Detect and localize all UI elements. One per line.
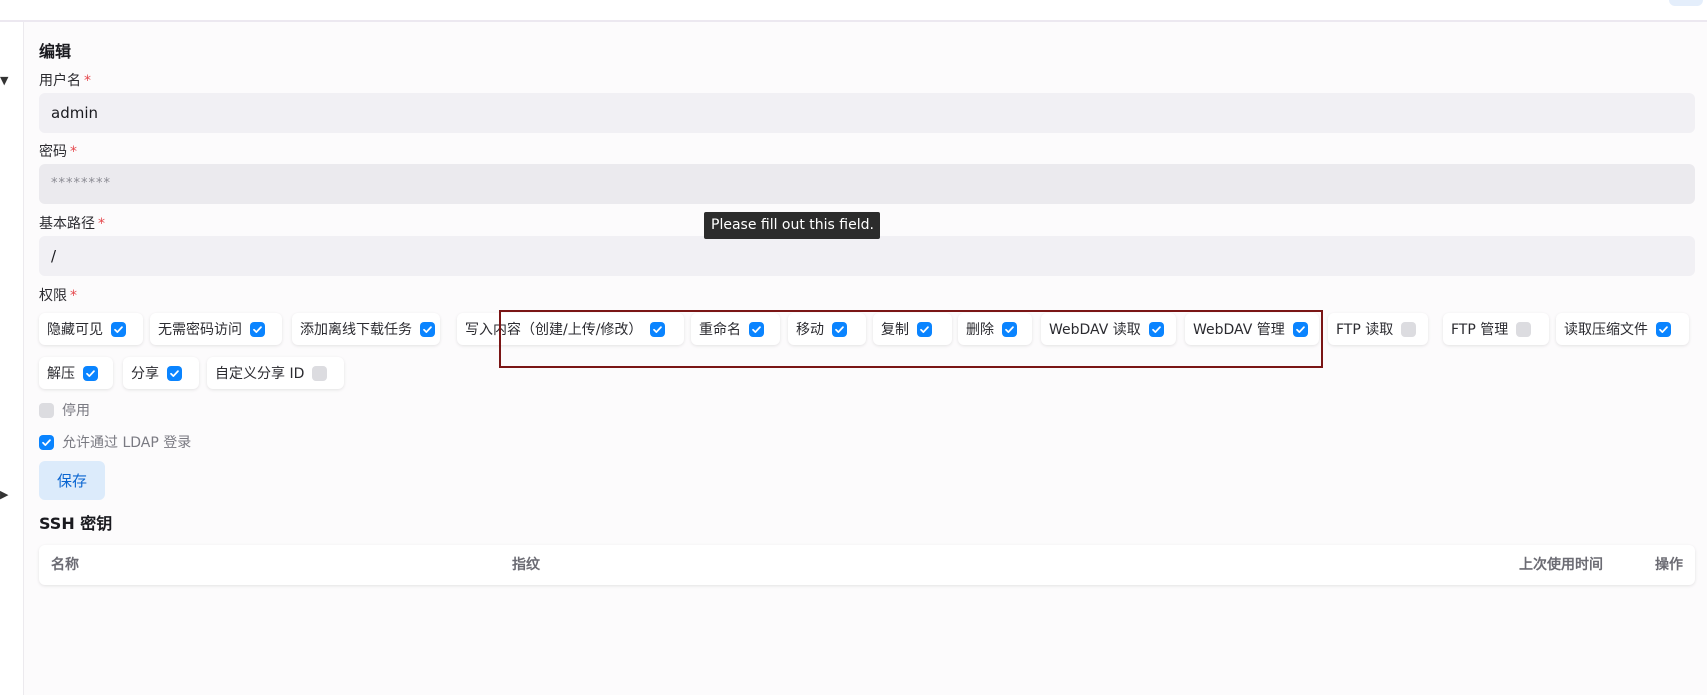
permission-checkbox[interactable] [250, 321, 265, 337]
permission-label: 写入内容（创建/上传/修改） [465, 322, 643, 338]
permission-chip[interactable]: 删除 [958, 313, 1032, 345]
username-label: 用户名 * [39, 73, 91, 89]
permission-checkbox[interactable] [1002, 321, 1017, 337]
permission-chip[interactable]: 读取压缩文件 [1556, 313, 1689, 345]
permissions-label: 权限 * [39, 288, 77, 304]
password-label: 密码 * [39, 144, 77, 160]
permission-chip[interactable]: FTP 读取 [1328, 313, 1428, 345]
base-path-label: 基本路径 * [39, 216, 105, 232]
password-input[interactable]: ******** [39, 164, 1695, 204]
permission-chip[interactable]: 重命名 [691, 313, 780, 345]
permission-chip[interactable]: WebDAV 管理 [1185, 313, 1319, 345]
permission-checkbox[interactable] [917, 321, 932, 337]
disabled-label: 停用 [62, 403, 90, 419]
permission-checkbox[interactable] [420, 321, 435, 337]
permission-label: 自定义分享 ID [215, 366, 305, 382]
page-title: 编辑 [39, 42, 72, 61]
allow-ldap-checkbox[interactable] [39, 434, 54, 450]
save-button[interactable]: 保存 [39, 461, 105, 500]
ssh-keys-title: SSH 密钥 [39, 514, 113, 533]
permission-label: 移动 [796, 322, 824, 338]
permission-checkbox[interactable] [167, 365, 182, 381]
permission-chip[interactable]: 自定义分享 ID [207, 357, 344, 389]
permission-label: WebDAV 管理 [1193, 322, 1285, 338]
permission-checkbox[interactable] [83, 365, 98, 381]
left-sidebar-edge: ▼ ▶ [0, 22, 24, 695]
permission-chip[interactable]: 添加离线下载任务 [292, 313, 440, 345]
caret-down-icon[interactable]: ▼ [0, 74, 8, 87]
permission-checkbox[interactable] [1148, 321, 1164, 337]
permission-checkbox[interactable] [832, 321, 847, 337]
permission-chip[interactable]: 无需密码访问 [150, 313, 282, 345]
permission-label: 隐藏可见 [47, 322, 103, 338]
permission-chip[interactable]: 写入内容（创建/上传/修改） [457, 313, 684, 345]
permission-checkbox[interactable] [650, 321, 666, 337]
permission-chip[interactable]: 解压 [39, 357, 113, 389]
permission-chip[interactable]: WebDAV 读取 [1041, 313, 1176, 345]
permission-label: 添加离线下载任务 [300, 322, 412, 338]
column-header-name[interactable]: 名称 [51, 545, 79, 585]
base-path-input[interactable]: / [39, 236, 1695, 276]
permission-checkbox[interactable] [312, 365, 328, 381]
permission-label: 无需密码访问 [158, 322, 242, 338]
permission-label: 复制 [881, 322, 909, 338]
permission-label: FTP 管理 [1451, 322, 1509, 338]
permission-chip[interactable]: 隐藏可见 [39, 313, 143, 345]
validation-tooltip: Please fill out this field. [704, 212, 880, 239]
allow-ldap-option[interactable]: 允许通过 LDAP 登录 [39, 432, 191, 452]
permission-checkbox[interactable] [1516, 321, 1532, 337]
disabled-option[interactable]: 停用 [39, 400, 90, 420]
permission-checkbox[interactable] [1401, 321, 1417, 337]
column-header-actions[interactable]: 操作 [1655, 545, 1683, 585]
caret-right-icon[interactable]: ▶ [0, 488, 8, 501]
permission-label: 读取压缩文件 [1564, 322, 1648, 338]
permission-checkbox[interactable] [1656, 321, 1671, 337]
permission-label: 删除 [966, 322, 994, 338]
ssh-keys-table: 名称 指纹 上次使用时间 操作 [39, 545, 1695, 585]
column-header-last-used[interactable]: 上次使用时间 [1519, 545, 1603, 585]
top-bar [0, 0, 1707, 22]
permission-checkbox[interactable] [749, 321, 764, 337]
top-bar-button[interactable] [1669, 0, 1703, 6]
permission-chip[interactable]: 移动 [788, 313, 866, 345]
permission-label: 解压 [47, 366, 75, 382]
disabled-checkbox[interactable] [39, 402, 54, 418]
permission-label: 分享 [131, 366, 159, 382]
permission-checkbox[interactable] [1292, 321, 1308, 337]
permission-chip[interactable]: FTP 管理 [1443, 313, 1549, 345]
username-input[interactable]: admin [39, 93, 1695, 133]
permission-label: 重命名 [699, 322, 741, 338]
permission-chip[interactable]: 分享 [123, 357, 199, 389]
permission-label: WebDAV 读取 [1049, 322, 1141, 338]
permission-label: FTP 读取 [1336, 322, 1394, 338]
allow-ldap-label: 允许通过 LDAP 登录 [62, 435, 192, 451]
column-header-fingerprint[interactable]: 指纹 [512, 545, 540, 585]
permission-checkbox[interactable] [111, 321, 126, 337]
permission-chip[interactable]: 复制 [873, 313, 952, 345]
